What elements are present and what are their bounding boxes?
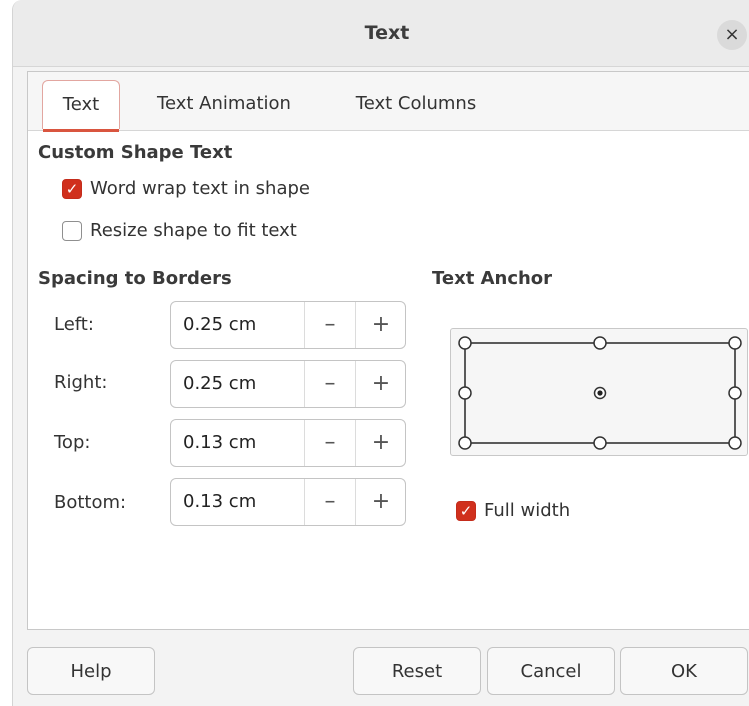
custom-shape-heading: Custom Shape Text <box>38 142 233 163</box>
bottom-decrement-button[interactable]: – <box>304 479 355 525</box>
top-label: Top: <box>54 432 91 453</box>
tab-strip: Text Text Animation Text Columns <box>28 72 749 132</box>
left-spin-field: 0.25 cm – + <box>170 301 406 349</box>
anchor-point-bottom-left[interactable] <box>458 436 472 450</box>
help-button[interactable]: Help <box>27 647 155 695</box>
anchor-point-bottom-right[interactable] <box>728 436 742 450</box>
full-width-checkbox-row[interactable]: ✓ Full width <box>456 500 656 526</box>
close-icon: × <box>724 24 740 45</box>
top-spin-field: 0.13 cm – + <box>170 419 406 467</box>
tab-label: Text <box>62 94 100 115</box>
ok-button[interactable]: OK <box>620 647 748 695</box>
tab-text-columns[interactable]: Text Columns <box>336 80 496 128</box>
top-spin-value[interactable]: 0.13 cm <box>183 420 256 466</box>
full-width-label: Full width <box>484 500 571 521</box>
top-decrement-button[interactable]: – <box>304 420 355 466</box>
cancel-button[interactable]: Cancel <box>487 647 615 695</box>
bottom-increment-button[interactable]: + <box>355 479 406 525</box>
top-increment-button[interactable]: + <box>355 420 406 466</box>
dialog-title: Text <box>364 22 410 44</box>
word-wrap-label: Word wrap text in shape <box>90 178 310 199</box>
text-anchor-heading: Text Anchor <box>432 268 553 289</box>
resize-label: Resize shape to fit text <box>90 220 297 241</box>
text-dialog: Text × Text Text Animation Text Columns … <box>12 0 749 706</box>
bottom-label: Bottom: <box>54 492 127 513</box>
right-decrement-button[interactable]: – <box>304 361 355 407</box>
close-button[interactable]: × <box>717 20 747 50</box>
checkmark-icon: ✓ <box>459 502 473 520</box>
anchor-point-middle-left[interactable] <box>458 386 472 400</box>
full-width-checkbox[interactable]: ✓ <box>456 501 476 521</box>
anchor-point-top-center[interactable] <box>593 336 607 350</box>
bottom-spin-field: 0.13 cm – + <box>170 478 406 526</box>
anchor-point-middle-right[interactable] <box>728 386 742 400</box>
title-bar: Text × <box>13 0 749 67</box>
checkmark-icon: ✓ <box>65 180 79 198</box>
right-spin-field: 0.25 cm – + <box>170 360 406 408</box>
left-decrement-button[interactable]: – <box>304 302 355 348</box>
word-wrap-checkbox[interactable]: ✓ <box>62 179 82 199</box>
tab-text[interactable]: Text <box>42 80 120 132</box>
tab-panel: Text Text Animation Text Columns Custom … <box>27 71 749 630</box>
right-increment-button[interactable]: + <box>355 361 406 407</box>
tab-label: Text Animation <box>157 93 291 114</box>
bottom-spin-value[interactable]: 0.13 cm <box>183 479 256 525</box>
text-anchor-selector[interactable] <box>450 328 748 456</box>
cancel-button-label: Cancel <box>520 661 582 682</box>
anchor-point-top-right[interactable] <box>728 336 742 350</box>
help-button-label: Help <box>70 661 112 682</box>
left-spin-value[interactable]: 0.25 cm <box>183 302 256 348</box>
anchor-diagram <box>458 336 742 450</box>
reset-button[interactable]: Reset <box>353 647 481 695</box>
anchor-selected-dot-icon <box>597 390 603 396</box>
anchor-point-top-left[interactable] <box>458 336 472 350</box>
right-spin-value[interactable]: 0.25 cm <box>183 361 256 407</box>
anchor-point-bottom-center[interactable] <box>593 436 607 450</box>
tab-label: Text Columns <box>355 93 477 114</box>
reset-button-label: Reset <box>391 661 443 682</box>
left-increment-button[interactable]: + <box>355 302 406 348</box>
tab-text-animation[interactable]: Text Animation <box>138 80 310 128</box>
spacing-heading: Spacing to Borders <box>38 268 232 289</box>
resize-checkbox[interactable] <box>62 221 82 241</box>
word-wrap-checkbox-row[interactable]: ✓ Word wrap text in shape <box>62 178 362 204</box>
left-label: Left: <box>54 314 94 335</box>
right-label: Right: <box>54 372 108 393</box>
resize-checkbox-row[interactable]: Resize shape to fit text <box>62 220 362 246</box>
ok-button-label: OK <box>671 661 697 682</box>
